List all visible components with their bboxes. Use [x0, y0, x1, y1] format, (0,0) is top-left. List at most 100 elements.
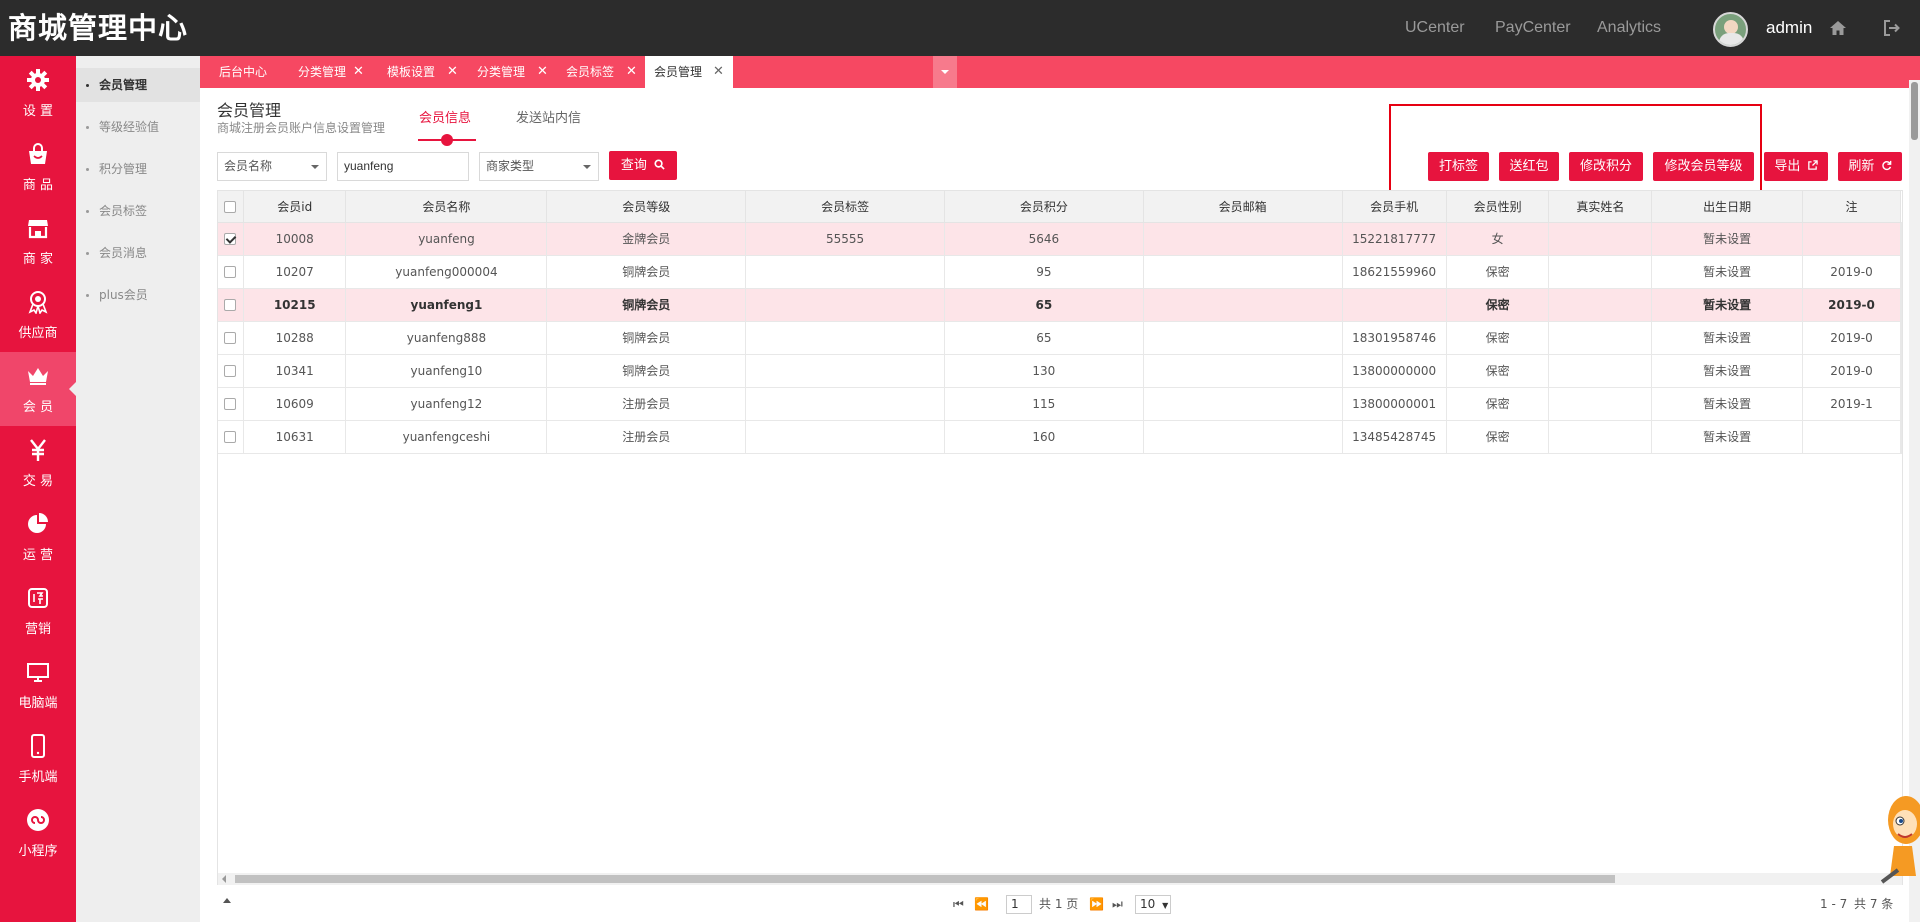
column-header[interactable]: 真实姓名 — [1548, 191, 1653, 223]
close-icon[interactable]: ✕ — [353, 56, 364, 88]
table-cell: 130 — [944, 354, 1144, 388]
sidebar-item-trade[interactable]: 交 易 — [0, 426, 76, 500]
select-all-checkbox[interactable] — [218, 191, 244, 223]
table-row[interactable]: 10288 yuanfeng888 铜牌会员 65 18301958746 保密 暂未设置 2… — [218, 321, 1902, 355]
table-cell: yuanfeng888 — [345, 321, 548, 355]
sidebar-item-supplier[interactable]: 供应商 — [0, 278, 76, 352]
sidebar-item-merchant[interactable]: 商 家 — [0, 204, 76, 278]
search-icon — [654, 159, 665, 170]
first-page-icon[interactable]: ⏮ — [953, 889, 964, 919]
field-select[interactable]: 会员名称 — [217, 152, 327, 181]
table-cell: 15221817777 — [1342, 222, 1447, 256]
horizontal-scrollbar[interactable] — [218, 873, 1902, 885]
table-row[interactable]: 10631 yuanfengceshi 注册会员 160 13485428745 保密 暂未… — [218, 420, 1902, 454]
table-row[interactable]: 10207 yuanfeng000004 铜牌会员 95 18621559960 保密 暂未… — [218, 255, 1902, 289]
column-header[interactable]: 会员积分 — [944, 191, 1144, 223]
scroll-left-icon[interactable] — [222, 875, 226, 883]
table-row[interactable]: 10008 yuanfeng 金牌会员 55555 5646 15221817777 女 暂未… — [218, 222, 1902, 256]
column-header[interactable]: 会员名称 — [345, 191, 548, 223]
table-cell: 2019-0 — [1802, 255, 1901, 289]
table-cell: 2019-0 — [1802, 288, 1901, 322]
tab-member-manage[interactable]: 会员管理 ✕ — [645, 56, 733, 88]
external-link-icon — [1807, 160, 1818, 170]
column-header[interactable]: 会员手机 — [1342, 191, 1447, 223]
table-row[interactable]: 10609 yuanfeng12 注册会员 115 13800000001 保密 暂未设置 2… — [218, 387, 1902, 421]
page-size-select[interactable]: 10 ▼ — [1135, 895, 1171, 914]
column-header[interactable]: 出生日期 — [1651, 191, 1804, 223]
query-button[interactable]: 查询 — [609, 151, 677, 180]
subnav-member-tag[interactable]: 会员标签 — [76, 194, 200, 228]
tab-dashboard[interactable]: 后台中心 — [200, 56, 272, 88]
tab-more-dropdown[interactable] — [933, 56, 957, 88]
table-cell: 铜牌会员 — [546, 255, 747, 289]
nav-analytics[interactable]: Analytics — [1597, 0, 1661, 56]
row-checkbox[interactable] — [218, 321, 244, 355]
close-icon[interactable]: ✕ — [626, 56, 637, 88]
row-checkbox[interactable] — [218, 288, 244, 322]
store-icon — [28, 220, 48, 239]
last-page-icon[interactable]: ⏭ — [1112, 889, 1123, 919]
sidebar-item-goods[interactable]: 商 品 — [0, 130, 76, 204]
subnav-level-exp[interactable]: 等级经验值 — [76, 110, 200, 144]
row-checkbox[interactable] — [218, 387, 244, 421]
subnav-plus-member[interactable]: plus会员 — [76, 278, 200, 312]
scroll-thumb[interactable] — [235, 875, 1615, 883]
merchant-type-select[interactable]: 商家类型 — [479, 152, 599, 181]
tab-send-message[interactable]: 发送站内信 — [516, 107, 581, 126]
table-cell: yuanfeng1 — [345, 288, 548, 322]
sidebar-item-operation[interactable]: 运 营 — [0, 500, 76, 574]
home-icon[interactable] — [1828, 18, 1848, 38]
tab-template[interactable]: 模板设置 ✕ — [368, 56, 458, 88]
subnav-member-message[interactable]: 会员消息 — [76, 236, 200, 270]
sidebar-item-pc[interactable]: 电脑端 — [0, 648, 76, 722]
mascot-icon[interactable] — [1872, 790, 1920, 890]
sidebar-item-mini-program[interactable]: 小程序 — [0, 796, 76, 870]
table-row[interactable]: 10341 yuanfeng10 铜牌会员 130 13800000000 保密 暂未设置 2… — [218, 354, 1902, 388]
member-table: 会员id 会员名称 会员等级 会员标签 会员积分 会员邮箱 会员手机 会员性别 … — [217, 190, 1903, 885]
username[interactable]: admin — [1766, 0, 1812, 56]
close-icon[interactable]: ✕ — [447, 56, 458, 88]
refresh-button[interactable]: 刷新 — [1838, 152, 1902, 181]
table-cell: 18621559960 — [1342, 255, 1447, 289]
collapse-up-icon[interactable] — [223, 898, 231, 903]
column-header[interactable]: 会员性别 — [1446, 191, 1550, 223]
avatar[interactable] — [1713, 12, 1748, 47]
column-header[interactable]: 会员等级 — [546, 191, 747, 223]
row-checkbox[interactable] — [218, 354, 244, 388]
row-checkbox[interactable] — [218, 420, 244, 454]
tab-category-1[interactable]: 分类管理 ✕ — [279, 56, 368, 88]
scroll-thumb[interactable] — [1911, 82, 1918, 140]
subnav-member-manage[interactable]: 会员管理 — [76, 68, 200, 102]
column-header[interactable]: 会员id — [243, 191, 347, 223]
close-icon[interactable]: ✕ — [713, 56, 724, 88]
table-cell: 暂未设置 — [1651, 321, 1804, 355]
sidebar-item-mobile[interactable]: 手机端 — [0, 722, 76, 796]
table-cell — [1548, 255, 1653, 289]
subnav-points[interactable]: 积分管理 — [76, 152, 200, 186]
table-cell: 暂未设置 — [1651, 420, 1804, 454]
nav-ucenter[interactable]: UCenter — [1405, 0, 1465, 56]
row-checkbox[interactable] — [218, 255, 244, 289]
table-cell: 55555 — [745, 222, 945, 256]
next-page-icon[interactable]: ⏩ — [1089, 889, 1104, 919]
sidebar-item-member[interactable]: 会 员 — [0, 352, 76, 426]
sidebar-item-marketing[interactable]: 营销 — [0, 574, 76, 648]
table-row[interactable]: 10215 yuanfeng1 铜牌会员 65 保密 暂未设置 2019-0 — [218, 288, 1902, 322]
table-cell — [1143, 222, 1343, 256]
sidebar-item-settings[interactable]: 设 置 — [0, 56, 76, 130]
column-header[interactable]: 注 — [1802, 191, 1901, 223]
column-header[interactable]: 会员标签 — [745, 191, 945, 223]
export-button[interactable]: 导出 — [1764, 152, 1828, 181]
search-input[interactable]: yuanfeng — [337, 152, 469, 181]
column-header[interactable]: 会员邮箱 — [1143, 191, 1343, 223]
tab-member-info[interactable]: 会员信息 — [419, 107, 471, 126]
table-cell: 10631 — [243, 420, 347, 454]
table-cell: 女 — [1446, 222, 1550, 256]
nav-paycenter[interactable]: PayCenter — [1495, 0, 1571, 56]
row-checkbox[interactable] — [218, 222, 244, 256]
tab-member-tag[interactable]: 会员标签 ✕ — [547, 56, 637, 88]
logout-icon[interactable] — [1882, 18, 1902, 38]
prev-page-icon[interactable]: ⏪ — [974, 889, 989, 919]
tab-category-2[interactable]: 分类管理 ✕ — [458, 56, 548, 88]
page-number-input[interactable]: 1 — [1006, 895, 1032, 914]
